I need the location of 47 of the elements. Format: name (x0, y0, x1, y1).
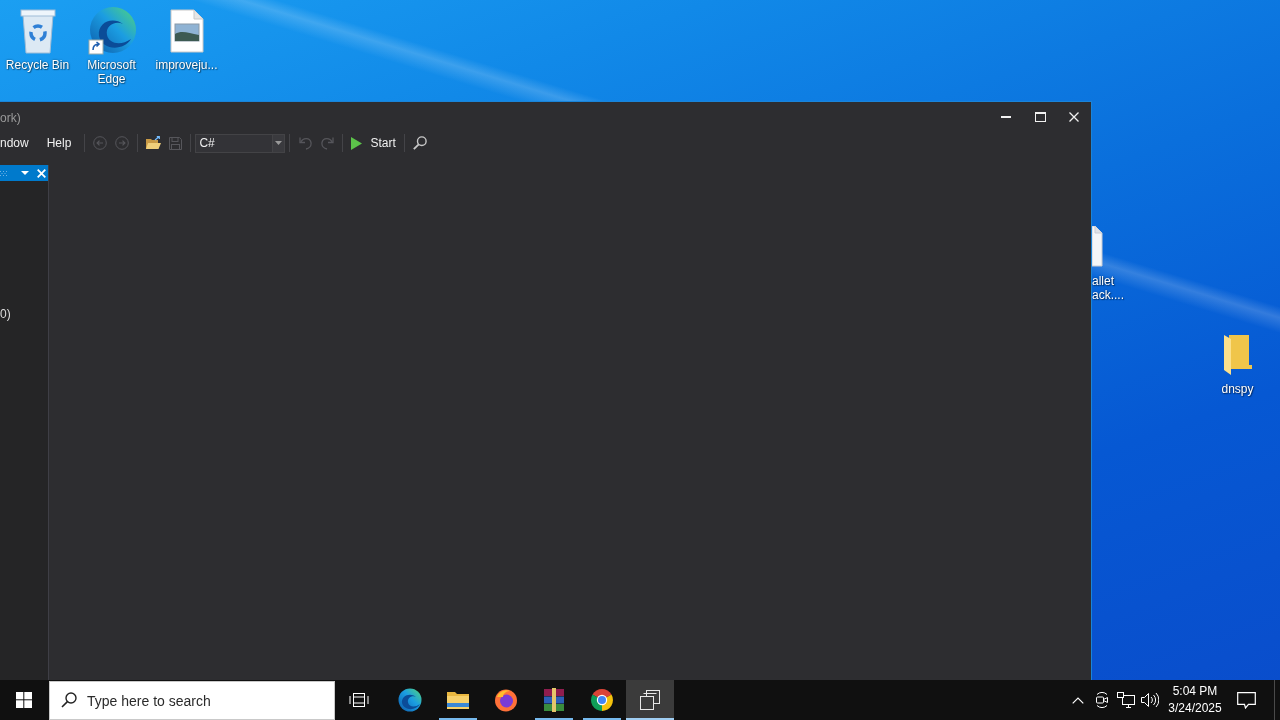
menu-item[interactable]: ndow (0, 133, 38, 153)
taskbar-button[interactable] (626, 680, 674, 720)
search-icon (61, 692, 77, 708)
minimize-icon (1001, 115, 1011, 118)
start-button[interactable]: Start (347, 134, 400, 152)
windows-stack-icon (640, 690, 660, 710)
clock-time[interactable]: 5:04 PM (1172, 683, 1218, 700)
panel-text: 0) (0, 307, 11, 321)
chevron-up-icon (1072, 696, 1084, 704)
window-title: ork) (0, 109, 22, 125)
close-icon[interactable] (37, 168, 46, 178)
grip-dots-icon (0, 170, 8, 176)
arrow-left-icon (93, 136, 108, 150)
books-icon (543, 688, 565, 712)
folder-icon[interactable] (1222, 334, 1253, 376)
maximize-icon (1034, 111, 1046, 122)
folder-icon (446, 690, 470, 710)
play-icon (351, 136, 363, 150)
undo-icon (298, 136, 312, 150)
image-file-icon[interactable] (169, 9, 204, 53)
desktop-icon-label[interactable]: dnspy (1221, 382, 1254, 396)
edge-icon[interactable] (86, 6, 137, 56)
search-field[interactable]: Type here to search (49, 681, 335, 720)
arrow-right-icon (115, 136, 130, 150)
windows-logo-icon (16, 692, 32, 708)
caret-down-icon[interactable] (21, 171, 29, 175)
redo-icon (320, 136, 334, 150)
notification-icon (1236, 691, 1256, 709)
fox-browser-icon (494, 688, 518, 712)
clock-date[interactable]: 3/24/2025 (1168, 700, 1222, 717)
caret-down-icon (275, 141, 283, 145)
file-icon[interactable] (1092, 226, 1103, 267)
swirl-browser-icon (398, 688, 422, 712)
panel-tab-header[interactable] (0, 165, 48, 181)
open-folder-icon (145, 136, 161, 150)
menu-item[interactable]: Help (37, 133, 81, 153)
task-view-icon (349, 692, 369, 708)
desktop-icon-label[interactable]: allet ack.... (1092, 274, 1136, 302)
close-icon (1069, 111, 1079, 122)
network-monitor-icon (1117, 692, 1135, 708)
camera-icon (1094, 692, 1110, 708)
language-dropdown[interactable]: C# (195, 133, 286, 153)
search-icon (412, 136, 427, 150)
save-icon (168, 136, 182, 150)
recycle-bin-icon[interactable] (17, 8, 58, 54)
volume-icon (1141, 692, 1159, 708)
browser-icon (590, 688, 614, 712)
